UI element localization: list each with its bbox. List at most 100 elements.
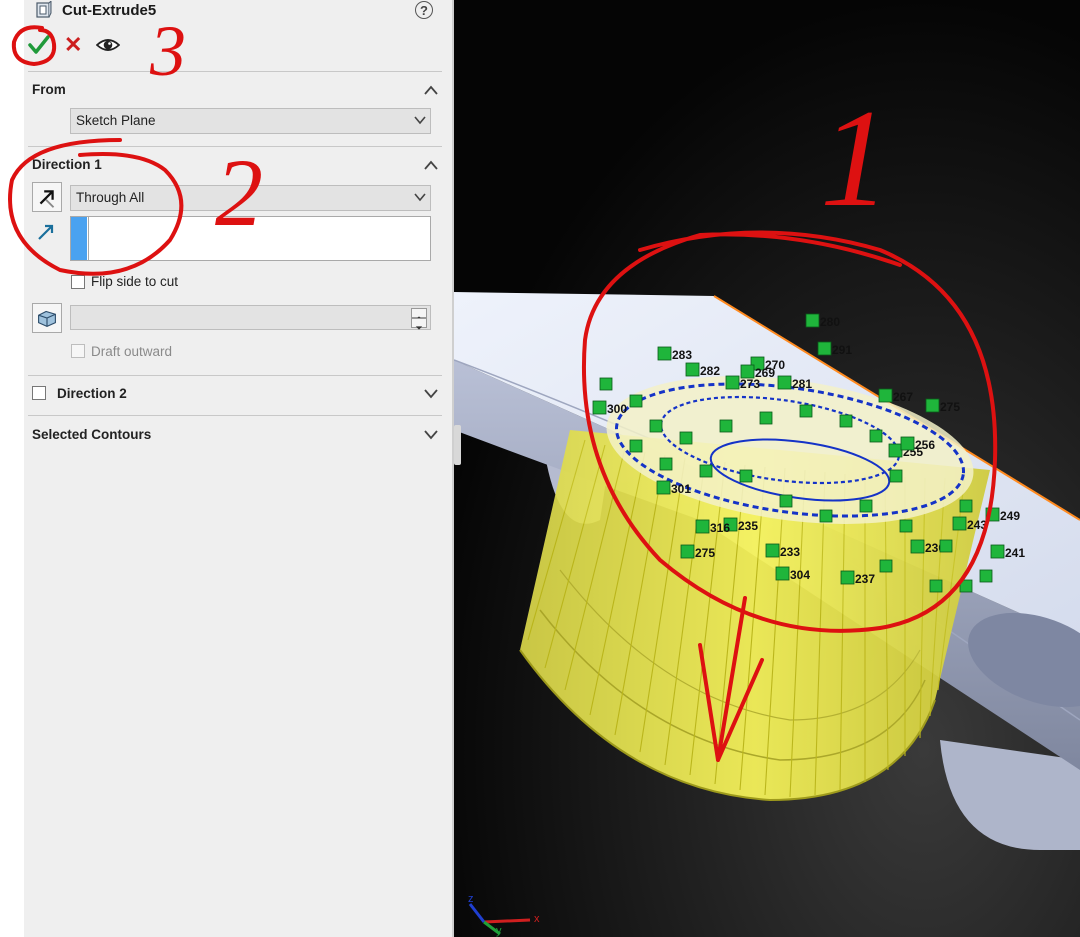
direction-vector-field[interactable] <box>70 216 431 261</box>
sketch-point-marker[interactable] <box>599 377 613 391</box>
spin-down-button[interactable] <box>411 318 427 330</box>
sketch-point-marker[interactable] <box>657 346 672 361</box>
flip-side-checkbox[interactable] <box>71 275 85 289</box>
triad-z-label: z <box>468 893 474 905</box>
sketch-point-marker[interactable] <box>925 398 940 413</box>
sketch-point-marker[interactable] <box>859 499 873 513</box>
sketch-point-label: 273 <box>740 377 760 391</box>
flip-side-label: Flip side to cut <box>91 274 179 289</box>
close-icon[interactable]: ✕ <box>64 34 84 56</box>
sketch-point-marker[interactable] <box>629 439 643 453</box>
start-condition-select[interactable]: Sketch Plane <box>70 108 431 134</box>
sketch-point-marker[interactable] <box>805 313 820 328</box>
direction-arrow-icon[interactable] <box>36 222 56 242</box>
sketch-point-marker[interactable] <box>817 341 832 356</box>
sketch-point-marker[interactable] <box>939 539 953 553</box>
reverse-direction-button[interactable] <box>32 182 62 212</box>
sketch-point-marker[interactable] <box>719 419 733 433</box>
draft-outward-label: Draft outward <box>91 344 173 359</box>
property-manager-panel: Cut-Extrude5 ? ✕ From Sketch Plane Direc… <box>0 0 452 937</box>
checkmark-icon[interactable] <box>26 32 52 58</box>
sketch-point-marker[interactable] <box>839 414 853 428</box>
direction2-section-title[interactable]: Direction 2 <box>57 386 127 401</box>
direction2-checkbox[interactable] <box>32 386 46 400</box>
chevron-up-icon[interactable] <box>423 159 439 171</box>
sketch-point-marker[interactable] <box>959 499 973 513</box>
help-icon[interactable]: ? <box>415 1 433 19</box>
draft-toggle-button[interactable] <box>32 303 62 333</box>
sketch-point-marker[interactable] <box>889 469 903 483</box>
sketch-point-marker[interactable] <box>869 429 883 443</box>
sketch-point-label: 316 <box>710 521 730 535</box>
divider <box>28 146 442 147</box>
selected-contours-title[interactable]: Selected Contours <box>32 427 151 442</box>
sketch-point-marker[interactable] <box>592 400 607 415</box>
end-condition-value: Through All <box>76 190 145 205</box>
triad-x-label: x <box>534 913 540 925</box>
sketch-point-marker[interactable] <box>799 404 813 418</box>
sketch-point-label: 243 <box>967 518 987 532</box>
sketch-point-marker[interactable] <box>929 579 943 593</box>
spin-up-button[interactable] <box>411 308 427 320</box>
sketch-point-marker[interactable] <box>699 464 713 478</box>
start-condition-value: Sketch Plane <box>76 113 156 128</box>
draft-outward-checkbox[interactable] <box>71 344 85 358</box>
sketch-point-marker[interactable] <box>775 566 790 581</box>
sketch-point-marker[interactable] <box>899 519 913 533</box>
sketch-point-marker[interactable] <box>910 539 925 554</box>
from-section-title[interactable]: From <box>32 82 66 97</box>
draft-angle-input[interactable] <box>70 305 431 330</box>
sketch-point-marker[interactable] <box>985 507 1000 522</box>
eye-icon[interactable] <box>96 36 120 54</box>
graphics-viewport[interactable]: 2802912832702692732822812672752552562492… <box>454 0 1080 937</box>
sketch-point-marker[interactable] <box>900 436 915 451</box>
sketch-point-marker[interactable] <box>879 559 893 573</box>
sketch-point-label: 301 <box>671 482 691 496</box>
divider <box>28 71 442 72</box>
sketch-point-marker[interactable] <box>685 362 700 377</box>
sketch-point-marker[interactable] <box>959 579 973 593</box>
sketch-point-marker[interactable] <box>649 419 663 433</box>
chevron-up-icon[interactable] <box>423 84 439 96</box>
sketch-point-marker[interactable] <box>777 375 792 390</box>
sketch-point-marker[interactable] <box>952 516 967 531</box>
sketch-point-marker[interactable] <box>695 519 710 534</box>
sketch-point-marker[interactable] <box>725 375 740 390</box>
sketch-point-marker[interactable] <box>878 388 893 403</box>
cut-extrude-icon <box>36 1 52 18</box>
sketch-point-label: 275 <box>940 400 960 414</box>
direction-vector-list[interactable] <box>88 217 430 260</box>
sketch-point-marker[interactable] <box>680 544 695 559</box>
end-condition-select[interactable]: Through All <box>70 185 431 211</box>
direction1-section-title[interactable]: Direction 1 <box>32 157 102 172</box>
sketch-point-marker[interactable] <box>629 394 643 408</box>
reverse-direction-icon <box>39 190 55 208</box>
sketch-point-marker[interactable] <box>765 543 780 558</box>
sketch-point-marker[interactable] <box>679 431 693 445</box>
sketch-point-marker[interactable] <box>819 509 833 523</box>
sketch-point-marker[interactable] <box>979 569 993 583</box>
feature-title: Cut-Extrude5 <box>62 2 157 19</box>
sketch-point-marker[interactable] <box>739 469 753 483</box>
sketch-point-marker[interactable] <box>840 570 855 585</box>
sketch-point-label: 281 <box>792 377 812 391</box>
sketch-point-label: 235 <box>738 519 758 533</box>
divider <box>28 375 442 376</box>
sketch-point-marker[interactable] <box>888 443 903 458</box>
divider <box>28 415 442 416</box>
panel-collapse-handle[interactable] <box>454 425 461 465</box>
sketch-point-label: 275 <box>695 546 715 560</box>
sketch-point-label: 237 <box>855 572 875 586</box>
sketch-point-marker[interactable] <box>759 411 773 425</box>
sketch-point-marker[interactable] <box>990 544 1005 559</box>
sketch-point-marker[interactable] <box>656 480 671 495</box>
sketch-point-marker[interactable] <box>779 494 793 508</box>
selection-indicator <box>71 217 87 260</box>
sketch-point-marker[interactable] <box>659 457 673 471</box>
sketch-point-label: 282 <box>700 364 720 378</box>
chevron-down-icon <box>414 193 426 202</box>
chevron-down-icon[interactable] <box>423 428 439 440</box>
draft-icon <box>38 310 56 328</box>
chevron-down-icon[interactable] <box>423 387 439 399</box>
sketch-point-label: 304 <box>790 568 810 582</box>
